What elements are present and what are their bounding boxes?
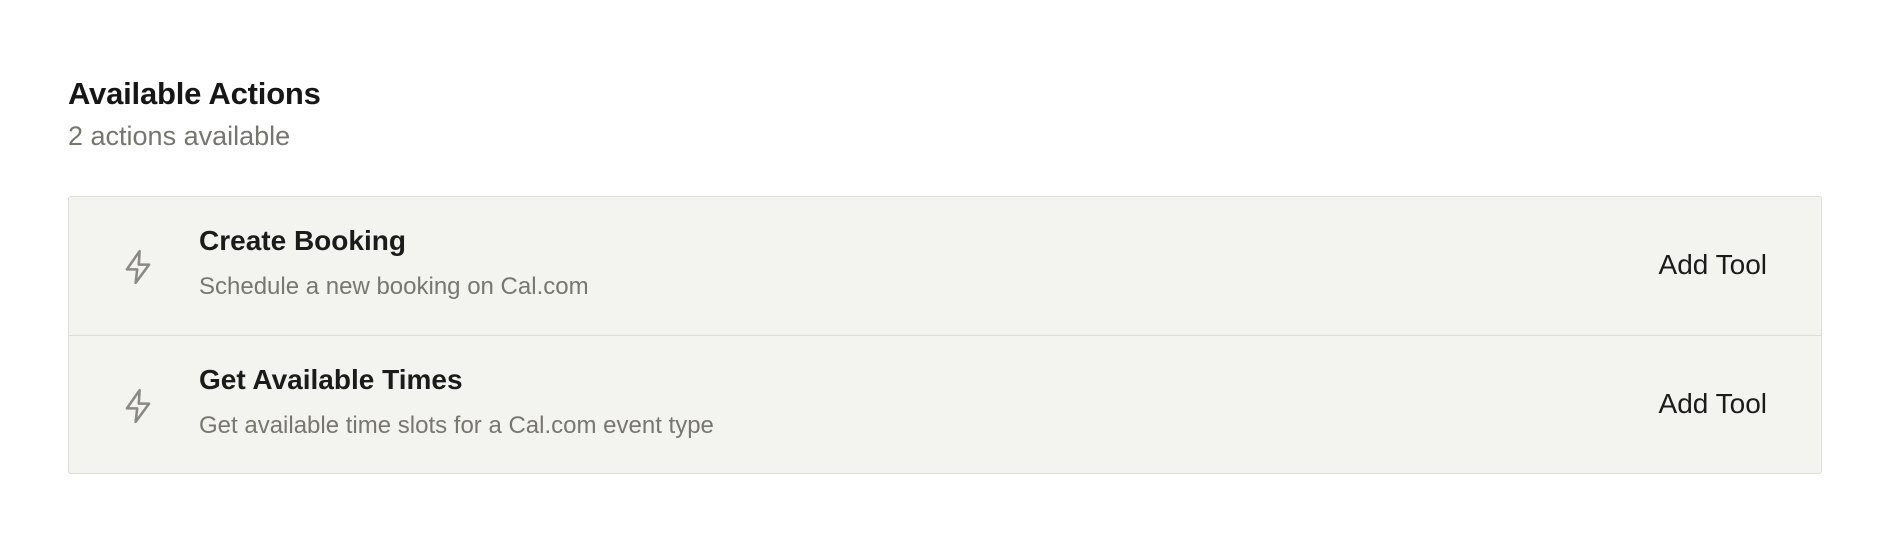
section-title: Available Actions bbox=[68, 76, 321, 111]
action-name: Get Available Times bbox=[199, 364, 463, 395]
add-tool-button[interactable]: Add Tool bbox=[1659, 386, 1767, 422]
available-actions-section: Available Actions 2 actions available Cr… bbox=[68, 74, 1822, 474]
add-tool-button[interactable]: Add Tool bbox=[1659, 247, 1767, 283]
action-description: Get available time slots for a Cal.com e… bbox=[199, 412, 714, 439]
lightning-icon bbox=[119, 386, 157, 426]
action-name: Create Booking bbox=[199, 225, 406, 256]
action-list: Create Booking Schedule a new booking on… bbox=[68, 196, 1822, 474]
action-item-create-booking: Create Booking Schedule a new booking on… bbox=[69, 197, 1821, 335]
lightning-icon bbox=[119, 247, 157, 287]
action-text: Get Available Times Get available time s… bbox=[199, 362, 714, 442]
action-text: Create Booking Schedule a new booking on… bbox=[199, 223, 589, 303]
action-description: Schedule a new booking on Cal.com bbox=[199, 273, 589, 300]
actions-count: 2 actions available bbox=[68, 121, 291, 151]
action-item-get-available-times: Get Available Times Get available time s… bbox=[69, 335, 1821, 473]
